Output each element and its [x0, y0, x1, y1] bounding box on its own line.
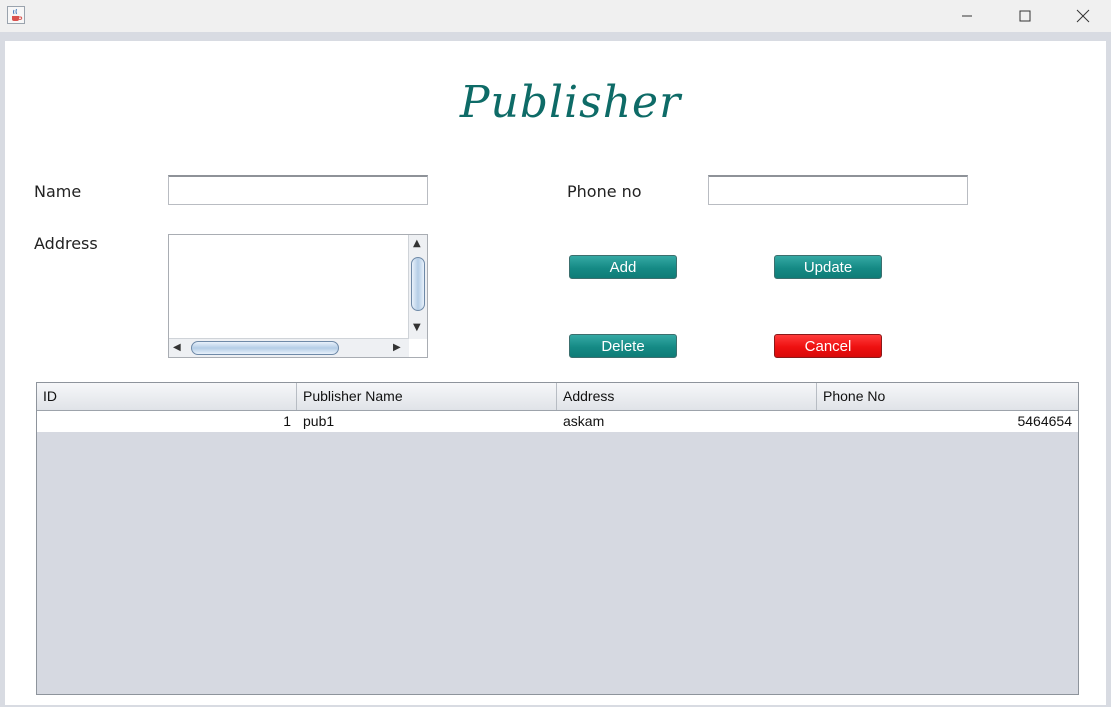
scroll-left-arrow-icon[interactable]: ◀: [173, 343, 181, 353]
scroll-up-arrow-icon[interactable]: ▲: [413, 239, 421, 249]
table-row[interactable]: 1 pub1 askam 5464654: [37, 411, 1078, 432]
column-header-phone-no[interactable]: Phone No: [817, 383, 1078, 410]
phone-label: Phone no: [567, 182, 642, 201]
add-button[interactable]: Add: [569, 255, 677, 279]
table-header: ID Publisher Name Address Phone No: [37, 383, 1078, 411]
column-header-publisher-name[interactable]: Publisher Name: [297, 383, 557, 410]
column-header-address[interactable]: Address: [557, 383, 817, 410]
page-title: Publisher: [459, 77, 682, 128]
scroll-down-arrow-icon[interactable]: ▼: [413, 323, 421, 333]
address-vertical-scrollbar[interactable]: ▲ ▼: [408, 235, 427, 339]
maximize-button[interactable]: [1002, 0, 1048, 32]
address-horizontal-scrollbar[interactable]: ◀ ▶: [169, 338, 409, 357]
minimize-button[interactable]: [944, 0, 990, 32]
column-header-id[interactable]: ID: [37, 383, 297, 410]
address-label: Address: [34, 234, 98, 253]
vertical-scroll-thumb[interactable]: [411, 257, 425, 311]
publisher-table[interactable]: ID Publisher Name Address Phone No 1 pub…: [36, 382, 1079, 695]
scroll-right-arrow-icon[interactable]: ▶: [393, 343, 401, 353]
cell-id: 1: [283, 413, 291, 429]
content-panel: Publisher Name Phone no Address ▲ ▼ ◀ ▶ …: [5, 41, 1106, 705]
cell-phone: 5464654: [1017, 413, 1072, 429]
minimize-icon: [962, 15, 972, 17]
delete-button[interactable]: Delete: [569, 334, 677, 358]
phone-field[interactable]: [708, 175, 968, 205]
scroll-corner: [409, 339, 427, 357]
window-frame: Publisher Name Phone no Address ▲ ▼ ◀ ▶ …: [0, 32, 1111, 707]
close-icon: [1076, 9, 1090, 23]
address-textarea[interactable]: ▲ ▼ ◀ ▶: [168, 234, 428, 358]
horizontal-scroll-thumb[interactable]: [191, 341, 339, 355]
name-field[interactable]: [168, 175, 428, 205]
close-button[interactable]: [1060, 0, 1106, 32]
cell-address: askam: [563, 413, 605, 429]
cell-publisher-name: pub1: [303, 413, 335, 429]
cancel-button[interactable]: Cancel: [774, 334, 882, 358]
name-label: Name: [34, 182, 82, 201]
java-cup-icon: [7, 6, 25, 24]
maximize-icon: [1019, 10, 1031, 22]
title-bar: [0, 0, 1111, 32]
update-button[interactable]: Update: [774, 255, 882, 279]
